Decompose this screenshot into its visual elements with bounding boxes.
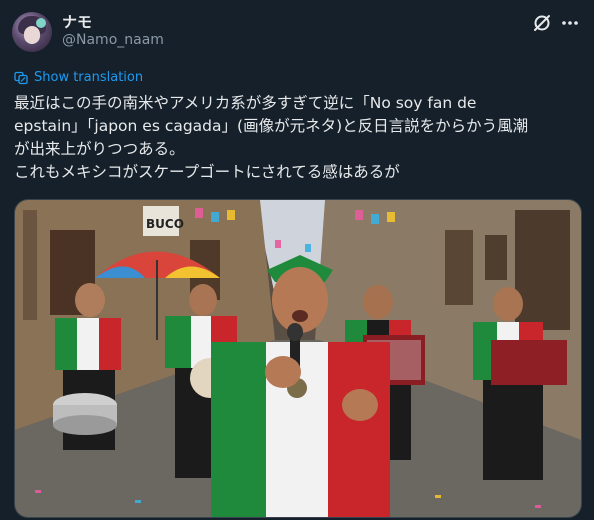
post-text-line: epstain」「japon es cagada」(画像が元ネタ)と反日言説をか… xyxy=(14,117,529,135)
post-text: 最近はこの手の南米やアメリカ系が多すぎて逆に「No soy fan de eps… xyxy=(14,92,584,184)
show-translation-label: Show translation xyxy=(34,70,144,85)
band-street-image: BUCO xyxy=(15,200,581,517)
show-translation-link[interactable]: Show translation xyxy=(14,70,143,85)
post-image[interactable]: BUCO xyxy=(14,199,582,518)
post-text-line: これもメキシコがスケープゴートにされてる感はあるが xyxy=(14,163,400,181)
post-text-line: 最近はこの手の南米やアメリカ系が多すぎて逆に「No soy fan de xyxy=(14,94,477,112)
post-card: ナモ @Namo_naam Show translation 最近はこの手の南米… xyxy=(0,0,594,520)
avatar[interactable] xyxy=(12,12,52,52)
display-name[interactable]: ナモ xyxy=(62,11,92,32)
user-handle[interactable]: @Namo_naam xyxy=(62,32,164,48)
avatar-accessory xyxy=(36,18,46,28)
grok-button[interactable] xyxy=(531,12,553,34)
avatar-face xyxy=(24,26,40,44)
shop-sign-text: BUCO xyxy=(146,217,184,231)
translate-icon xyxy=(14,71,28,84)
grok-icon xyxy=(534,15,550,31)
more-dots-icon xyxy=(562,21,578,25)
post-text-line: が出来上がりつつある。 xyxy=(14,140,185,158)
more-options-button[interactable] xyxy=(559,12,581,34)
